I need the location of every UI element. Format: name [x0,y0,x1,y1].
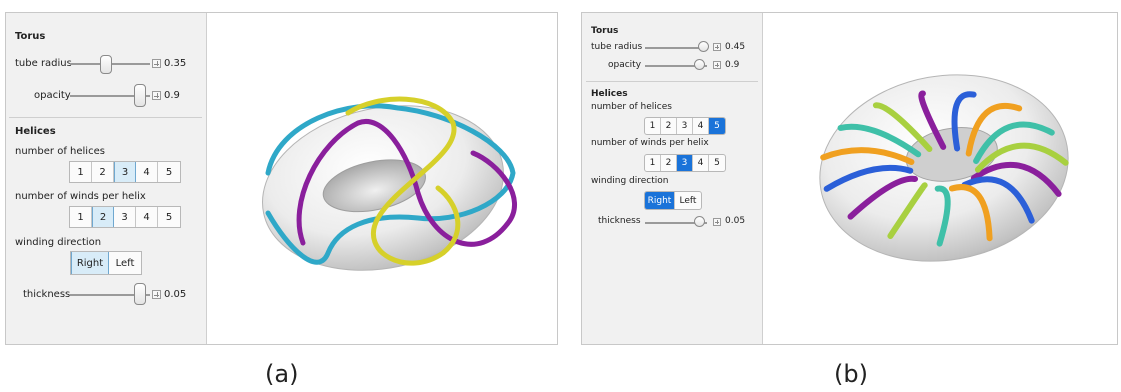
panel-a: Torus tube radius 0.35 opacity 0.9 Helic… [5,12,558,345]
3d-view-a[interactable] [208,13,557,344]
winds-option-3[interactable]: 3 [114,207,136,227]
number-of-winds-setter: 1 2 3 4 5 [69,206,181,228]
tube-radius-label: tube radius [591,42,643,52]
number-of-helices-label: number of helices [591,102,672,112]
helices-option-3[interactable]: 3 [114,162,136,182]
number-of-helices-setter: 1 2 3 4 5 [69,161,181,183]
thickness-value: 0.05 [164,289,187,300]
divider [586,81,758,82]
opacity-expand-icon[interactable] [713,61,721,69]
helices-option-2[interactable]: 2 [92,162,114,182]
torus-render-a [262,96,517,271]
winding-direction-label: winding direction [591,176,669,186]
torus-section-title: Torus [15,31,46,42]
torus-render-b [819,74,1069,262]
torus-section-title: Torus [591,26,619,36]
winding-direction-setter: Right Left [70,251,142,275]
helices-section-title: Helices [591,89,628,99]
tube-radius-slider-thumb[interactable] [100,55,112,74]
helices-option-4[interactable]: 4 [136,162,158,182]
thickness-label: thickness [598,216,641,226]
winding-right-button[interactable]: Right [645,192,675,209]
thickness-label: thickness [23,289,71,300]
thickness-expand-icon[interactable] [152,290,161,299]
caption-b: (b) [834,360,868,388]
number-of-winds-label: number of winds per helix [591,138,709,148]
helices-section-title: Helices [15,126,56,137]
tube-radius-expand-icon[interactable] [713,43,721,51]
tube-radius-label: tube radius [15,58,72,69]
number-of-winds-label: number of winds per helix [15,191,146,202]
3d-view-b[interactable] [764,13,1117,344]
number-of-helices-setter: 1 2 3 4 5 [644,117,726,135]
winding-left-button[interactable]: Left [109,252,141,274]
winds-option-5[interactable]: 5 [709,155,725,171]
divider [9,117,202,118]
helices-option-3[interactable]: 3 [677,118,693,134]
panel-b: Torus tube radius 0.45 opacity 0.9 Helic… [581,12,1118,345]
thickness-expand-icon[interactable] [713,218,721,226]
opacity-expand-icon[interactable] [152,91,161,100]
helices-option-4[interactable]: 4 [693,118,709,134]
tube-radius-expand-icon[interactable] [152,59,161,68]
winding-left-button[interactable]: Left [675,192,701,209]
caption-a: (a) [265,360,299,388]
winding-right-button[interactable]: Right [71,252,109,274]
winds-option-3[interactable]: 3 [677,155,693,171]
winds-option-1[interactable]: 1 [645,155,661,171]
winds-option-4[interactable]: 4 [693,155,709,171]
thickness-slider-thumb[interactable] [134,283,147,305]
opacity-label: opacity [34,90,71,101]
opacity-value: 0.9 [725,60,740,70]
winds-option-2[interactable]: 2 [661,155,677,171]
winds-option-5[interactable]: 5 [158,207,180,227]
helices-option-1[interactable]: 1 [645,118,661,134]
opacity-slider-thumb[interactable] [134,84,147,107]
number-of-helices-label: number of helices [15,146,105,157]
winds-option-2[interactable]: 2 [92,207,114,227]
helices-option-5[interactable]: 5 [158,162,180,182]
opacity-value: 0.9 [164,90,180,101]
number-of-winds-setter: 1 2 3 4 5 [644,154,726,172]
opacity-slider-thumb[interactable] [694,59,706,70]
controls-panel: Torus tube radius 0.35 opacity 0.9 Helic… [6,13,207,344]
winds-option-1[interactable]: 1 [70,207,92,227]
tube-radius-slider-thumb[interactable] [698,41,710,52]
winding-direction-label: winding direction [15,237,102,248]
opacity-label: opacity [608,60,642,70]
tube-radius-value: 0.45 [725,42,746,52]
thickness-value: 0.05 [725,216,746,226]
helices-option-2[interactable]: 2 [661,118,677,134]
controls-panel: Torus tube radius 0.45 opacity 0.9 Helic… [582,13,763,344]
tube-radius-value: 0.35 [164,58,187,69]
helices-option-1[interactable]: 1 [70,162,92,182]
winds-option-4[interactable]: 4 [136,207,158,227]
helices-option-5[interactable]: 5 [709,118,725,134]
winding-direction-setter: Right Left [644,191,702,210]
thickness-slider-thumb[interactable] [694,216,706,227]
